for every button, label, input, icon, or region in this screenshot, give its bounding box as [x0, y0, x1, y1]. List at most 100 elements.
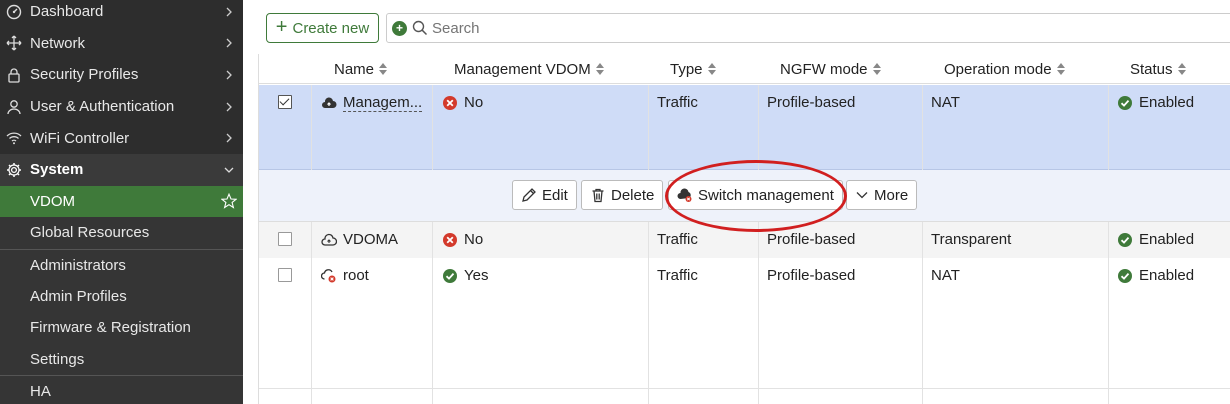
sidebar-item-settings[interactable]: Settings: [0, 343, 243, 376]
dashboard-icon: [6, 4, 22, 20]
chevron-down-icon: [224, 167, 234, 173]
switch-management-button[interactable]: Switch management: [668, 180, 843, 210]
sort-icon: [707, 63, 716, 75]
column-divider: [648, 85, 649, 170]
column-divider: [922, 85, 923, 170]
sidebar-item-label: Settings: [30, 350, 85, 368]
pencil-icon: [522, 188, 536, 202]
cloud-icon: [321, 233, 337, 246]
chevron-down-icon: [856, 192, 868, 199]
create-new-button[interactable]: + Create new: [266, 13, 379, 43]
check-circle-icon: [1118, 95, 1132, 110]
cloud-icon: [322, 97, 337, 108]
cloud-switch-icon: [677, 188, 692, 202]
sidebar-item-label: VDOM: [30, 192, 75, 210]
sort-icon: [872, 63, 881, 75]
column-divider: [311, 85, 312, 170]
sidebar-item-vdom[interactable]: VDOM: [0, 185, 243, 218]
table-header: Name Management VDOM Type NGFW mode Oper…: [259, 54, 1230, 84]
sidebar-item-user-authentication[interactable]: User & Authentication: [0, 91, 243, 123]
star-icon[interactable]: [221, 193, 237, 210]
search-input[interactable]: [432, 19, 1132, 37]
column-divider: [758, 222, 759, 404]
sidebar-item-label: Network: [30, 34, 86, 52]
main-content: + Create new + Name Management VDOM Type: [243, 0, 1230, 404]
toolbar: + Create new +: [243, 0, 1230, 54]
sidebar-item-firmware-registration[interactable]: Firmware & Registration: [0, 311, 243, 344]
plus-icon: +: [275, 16, 288, 38]
sidebar-item-label: Firmware & Registration: [30, 319, 191, 337]
column-header-type[interactable]: Type: [670, 54, 717, 84]
sidebar-item-label: Security Profiles: [30, 66, 139, 84]
search-box[interactable]: +: [386, 13, 1230, 43]
table-row[interactable]: VDOMA No Traffic Profile-based Transpare…: [259, 222, 1230, 258]
column-divider: [648, 222, 649, 404]
cloud-management-icon: [321, 268, 336, 282]
column-header-operation-mode[interactable]: Operation mode: [944, 54, 1066, 84]
sidebar: Dashboard Network Security Profiles User…: [0, 0, 243, 404]
column-divider: [922, 222, 923, 404]
error-icon: [443, 95, 457, 110]
chevron-right-icon: [226, 70, 232, 80]
sidebar-item-label: WiFi Controller: [30, 129, 130, 147]
sidebar-item-wifi-controller[interactable]: WiFi Controller: [0, 122, 243, 154]
table-row[interactable]: Managem... No Traffic Profile-based NAT …: [259, 85, 1230, 170]
sidebar-item-system[interactable]: System: [0, 153, 243, 186]
sort-icon: [1056, 63, 1065, 75]
sidebar-item-label: User & Authentication: [30, 98, 175, 116]
check-circle-icon: [1118, 268, 1132, 283]
sidebar-item-security-profiles[interactable]: Security Profiles: [0, 59, 243, 91]
sidebar-item-admin-profiles[interactable]: Admin Profiles: [0, 280, 243, 312]
column-header-ngfw-mode[interactable]: NGFW mode: [780, 54, 882, 84]
edit-button[interactable]: Edit: [512, 180, 577, 210]
vdom-name[interactable]: root: [343, 267, 369, 284]
row-checkbox[interactable]: [278, 268, 292, 282]
create-new-label: Create new: [292, 19, 370, 37]
row-checkbox[interactable]: [278, 95, 292, 109]
column-divider: [758, 85, 759, 170]
sidebar-item-label: System: [30, 161, 84, 179]
column-divider: [1108, 222, 1109, 404]
row-action-bar: Edit Delete Switch management More: [259, 170, 1230, 222]
column-header-management-vdom[interactable]: Management VDOM: [454, 54, 605, 84]
sort-icon: [379, 63, 388, 75]
vdom-name[interactable]: VDOMA: [343, 231, 398, 248]
check-circle-icon: [1118, 232, 1132, 247]
check-circle-icon: [443, 268, 457, 283]
sidebar-item-administrators[interactable]: Administrators: [0, 248, 243, 281]
search-icon: [412, 20, 428, 36]
sidebar-item-label: Admin Profiles: [30, 287, 127, 305]
column-divider: [432, 85, 433, 170]
column-divider: [1108, 85, 1109, 170]
lock-icon: [6, 67, 22, 83]
sort-icon: [1177, 63, 1186, 75]
sidebar-item-dashboard[interactable]: Dashboard: [0, 0, 243, 28]
column-header-name[interactable]: Name: [334, 54, 388, 84]
chevron-right-icon: [226, 7, 232, 17]
chevron-right-icon: [226, 102, 232, 112]
column-divider: [311, 222, 312, 404]
sort-icon: [595, 63, 604, 75]
sidebar-item-label: Global Resources: [30, 224, 150, 242]
trash-icon: [592, 188, 604, 203]
wifi-icon: [6, 130, 22, 146]
more-button[interactable]: More: [846, 180, 918, 210]
sidebar-item-ha[interactable]: HA: [0, 375, 243, 404]
sidebar-item-global-resources[interactable]: Global Resources: [0, 217, 243, 249]
vdom-name-link[interactable]: Managem...: [343, 94, 423, 112]
sidebar-item-network[interactable]: Network: [0, 28, 243, 60]
column-header-status[interactable]: Status: [1130, 54, 1187, 84]
add-filter-icon[interactable]: +: [392, 20, 407, 36]
error-icon: [443, 232, 457, 247]
delete-button[interactable]: Delete: [581, 180, 664, 210]
row-checkbox[interactable]: [278, 232, 292, 246]
chevron-right-icon: [226, 38, 232, 48]
table-bottom-border: [259, 388, 1230, 389]
user-icon: [6, 99, 22, 115]
sidebar-item-label: Administrators: [30, 256, 126, 274]
gear-icon: [6, 162, 22, 178]
network-icon: [6, 35, 22, 51]
sidebar-item-label: Dashboard: [30, 3, 104, 21]
table-row[interactable]: root Yes Traffic Profile-based NAT Enabl…: [259, 258, 1230, 294]
vdom-table: Name Management VDOM Type NGFW mode Oper…: [258, 54, 1230, 404]
